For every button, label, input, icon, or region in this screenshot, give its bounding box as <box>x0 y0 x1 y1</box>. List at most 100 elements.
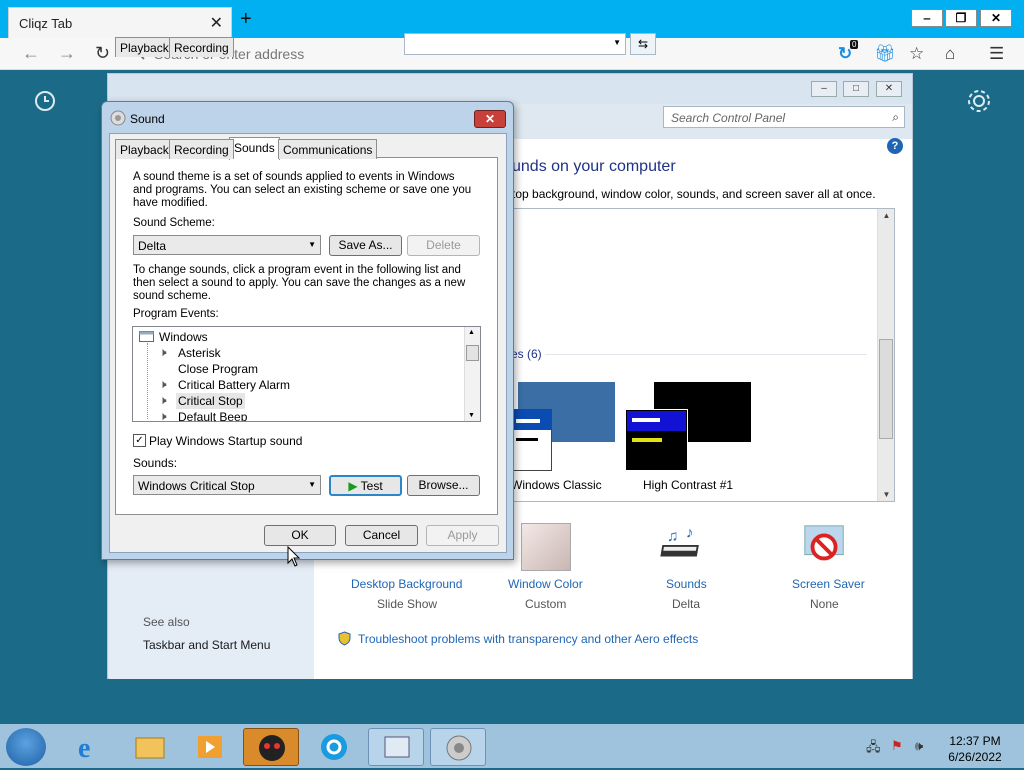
menu-icon[interactable]: ☰ <box>989 44 1004 64</box>
dialog-title: Sound <box>130 112 165 126</box>
instructions-line: then select a sound to apply. You can sa… <box>133 277 466 289</box>
cliqz-icon[interactable] <box>306 728 362 766</box>
theme-list[interactable]: ▲ ▼ <box>505 208 895 502</box>
tab-title: Cliqz Tab <box>19 16 73 31</box>
list-item-selected[interactable]: Critical Stop <box>176 393 245 409</box>
notification-badge: 0 <box>850 40 859 49</box>
theme-scrollbar[interactable]: ▲ ▼ <box>877 209 894 501</box>
theme-name[interactable]: High Contrast #1 <box>643 478 733 492</box>
back-icon[interactable]: ← <box>22 43 40 64</box>
scroll-down-icon[interactable]: ▼ <box>468 412 475 419</box>
sound-select[interactable]: Windows Critical Stop ▼ <box>133 475 321 495</box>
cp-search-placeholder: Search Control Panel <box>671 111 786 125</box>
screen-saver-link[interactable]: Screen Saver <box>792 577 865 591</box>
test-label: Test <box>360 479 383 493</box>
scroll-up-icon[interactable]: ▲ <box>468 329 475 336</box>
scheme-label: Sound Scheme: <box>133 217 215 229</box>
sounds-link[interactable]: Sounds <box>666 577 707 591</box>
help-icon[interactable]: ? <box>887 138 903 154</box>
cp-address-bar[interactable]: ▼ <box>404 33 626 55</box>
control-panel-taskbar-icon[interactable] <box>368 728 424 766</box>
list-item[interactable]: Close Program <box>178 362 258 376</box>
tab-playback-label[interactable]: Playback <box>115 139 174 159</box>
cp-maximize-button[interactable]: □ <box>843 81 869 97</box>
scheme-select[interactable]: Delta ▼ <box>133 235 321 255</box>
delete-button[interactable]: Delete <box>407 235 480 256</box>
cp-refresh-button[interactable]: ⇆ <box>630 33 656 55</box>
network-icon[interactable]: 🖧︎ <box>866 738 881 760</box>
speaker-icon: 🕨︎ <box>159 393 167 407</box>
media-player-icon[interactable] <box>182 728 238 766</box>
scroll-up-icon[interactable]: ▲ <box>878 211 895 220</box>
theme-name[interactable]: Windows Classic <box>511 478 602 492</box>
events-scrollbar[interactable]: ▲ ▼ <box>464 327 480 421</box>
apply-button[interactable]: Apply <box>426 525 499 546</box>
instructions-line: sound scheme. <box>133 290 211 302</box>
program-events-list[interactable]: Windows 🕨︎ Asterisk Close Program 🕨︎ Cri… <box>132 326 481 422</box>
scroll-thumb[interactable] <box>466 345 479 361</box>
list-item[interactable]: Default Beep <box>178 410 247 421</box>
play-icon: ▶ <box>348 479 358 493</box>
ok-button[interactable]: OK <box>264 525 336 546</box>
cancel-button[interactable]: Cancel <box>345 525 418 546</box>
sound-taskbar-icon[interactable] <box>430 728 486 766</box>
cliqz-browser-icon[interactable] <box>243 728 299 766</box>
tab-close-icon[interactable]: ✕ <box>210 13 223 33</box>
sound-dialog-icon <box>110 110 126 126</box>
list-item[interactable]: Asterisk <box>178 346 221 360</box>
cp-close-button[interactable]: ✕ <box>876 81 902 97</box>
program-events-label: Program Events: <box>133 308 219 320</box>
shield-icon <box>338 631 351 646</box>
test-button[interactable]: ▶ Test <box>329 475 402 496</box>
new-tab-button[interactable]: + <box>240 9 252 29</box>
sound-value: Windows Critical Stop <box>138 479 255 493</box>
dialog-close-button[interactable]: ✕ <box>474 110 506 128</box>
scroll-down-icon[interactable]: ▼ <box>878 490 895 499</box>
forward-icon[interactable]: → <box>58 43 76 64</box>
page-title: unds on your computer <box>512 158 676 175</box>
tab-recording[interactable]: Recording <box>169 37 234 57</box>
startup-sound-checkbox[interactable]: ✓ <box>133 434 146 447</box>
window-icon <box>139 331 154 342</box>
start-button[interactable] <box>6 728 46 766</box>
save-as-button[interactable]: Save As... <box>329 235 402 256</box>
window-color-icon[interactable] <box>521 523 571 571</box>
history-clock-icon[interactable] <box>34 90 56 112</box>
scroll-thumb[interactable] <box>879 339 893 439</box>
bookmark-star-icon[interactable]: ☆ <box>909 44 924 64</box>
sounds-icon[interactable]: ♫ ♪ <box>660 520 710 568</box>
explorer-folder-icon[interactable] <box>122 728 178 766</box>
desktop-background-link[interactable]: Desktop Background <box>351 577 462 591</box>
cp-search-input[interactable]: Search Control Panel ⌕ <box>663 106 905 128</box>
list-item[interactable]: Windows <box>159 330 208 344</box>
tab-sounds[interactable]: Sounds <box>229 137 280 160</box>
tab-communications[interactable]: Communications <box>278 139 378 159</box>
taskbar-start-menu-link[interactable]: Taskbar and Start Menu <box>143 638 270 652</box>
list-item[interactable]: Critical Battery Alarm <box>178 378 290 392</box>
volume-icon[interactable]: 🕪︎ <box>915 738 923 754</box>
restore-button[interactable]: ❐ <box>945 9 977 27</box>
browse-button[interactable]: Browse... <box>407 475 480 496</box>
chevron-down-icon: ▼ <box>308 480 316 489</box>
reload-icon[interactable]: ↻ <box>95 43 110 64</box>
internet-explorer-icon[interactable]: e <box>62 728 118 766</box>
close-button[interactable]: ✕ <box>980 9 1012 27</box>
tab-recording-label[interactable]: Recording <box>169 139 234 159</box>
clock[interactable]: 12:37 PM 6/26/2022 <box>944 733 1006 765</box>
sounds-label: Sounds: <box>133 456 178 470</box>
settings-gear-icon[interactable] <box>966 88 992 114</box>
tree-line <box>147 343 148 419</box>
instructions-line: To change sounds, click a program event … <box>133 264 461 276</box>
minimize-button[interactable]: ‒ <box>911 9 943 27</box>
tab-playback[interactable]: Playback <box>115 37 174 57</box>
svg-text:♫: ♫ <box>667 528 679 545</box>
cp-minimize-button[interactable]: ‒ <box>811 81 837 97</box>
screen-saver-icon[interactable] <box>800 522 850 570</box>
startup-sound-label: Play Windows Startup sound <box>149 434 303 448</box>
home-icon[interactable]: ⌂ <box>945 44 955 64</box>
troubleshoot-link[interactable]: Troubleshoot problems with transparency … <box>358 632 698 646</box>
browser-tab[interactable]: Cliqz Tab ✕ <box>8 7 232 38</box>
action-center-icon[interactable]: ⚑ <box>891 738 903 754</box>
window-color-link[interactable]: Window Color <box>508 577 583 591</box>
gift-icon[interactable]: 🎁︎ <box>874 44 896 64</box>
